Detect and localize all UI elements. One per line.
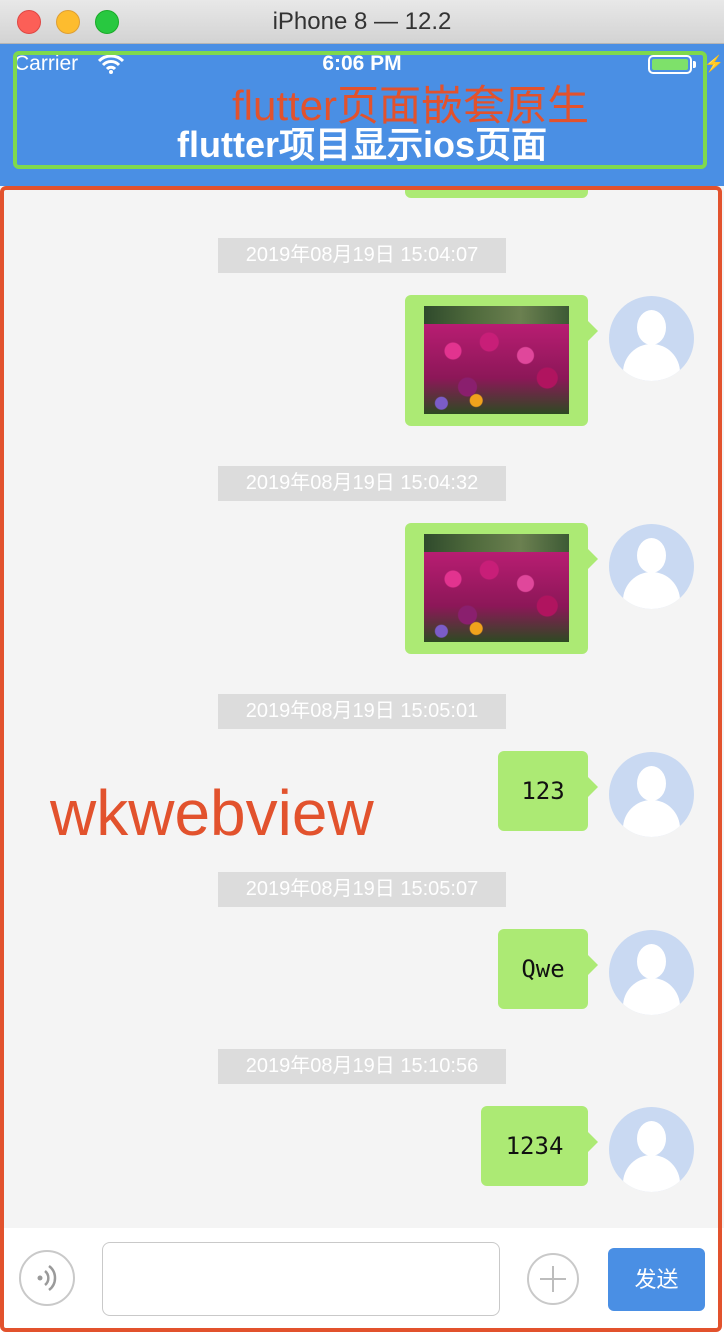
text-message-bubble[interactable]: 1234: [481, 1106, 598, 1186]
voice-icon: [37, 1265, 57, 1291]
voice-button[interactable]: [19, 1250, 75, 1306]
chat-webview[interactable]: 2019年08月19日 15:04:07 2019年08月19日 15:04:3…: [0, 186, 724, 1228]
avatar[interactable]: [609, 752, 694, 837]
message-text: 1234: [505, 1132, 564, 1160]
avatar[interactable]: [609, 296, 694, 381]
flower-photo-icon: [424, 306, 569, 414]
message-timestamp: 2019年08月19日 15:10:56: [218, 1049, 506, 1084]
message-timestamp: 2019年08月19日 15:04:07: [218, 238, 506, 273]
message-text: 123: [521, 777, 565, 805]
message-text: Qwe: [521, 955, 565, 983]
text-message-bubble[interactable]: Qwe: [498, 929, 598, 1009]
message-timestamp: 2019年08月19日 15:05:07: [218, 872, 506, 907]
simulator-title-bar: iPhone 8 — 12.2: [0, 0, 724, 44]
flutter-annotation-label: flutter页面嵌套原生: [232, 82, 590, 129]
image-message-bubble[interactable]: [405, 523, 598, 654]
message-timestamp: 2019年08月19日 15:04:32: [218, 466, 506, 501]
wkwebview-annotation-label: wkwebview: [50, 777, 374, 849]
avatar[interactable]: [609, 524, 694, 609]
flower-photo-icon: [424, 534, 569, 642]
plus-icon[interactable]: [527, 1253, 579, 1305]
window-title: iPhone 8 — 12.2: [272, 8, 452, 35]
partial-message-bubble: [405, 186, 588, 198]
message-input[interactable]: [102, 1242, 500, 1316]
send-button[interactable]: 发送: [608, 1248, 705, 1311]
message-timestamp: 2019年08月19日 15:05:01: [218, 694, 506, 729]
image-message-bubble[interactable]: [405, 295, 598, 426]
avatar[interactable]: [609, 1107, 694, 1192]
avatar[interactable]: [609, 930, 694, 1015]
text-message-bubble[interactable]: 123: [498, 751, 598, 831]
input-bar: 发送: [0, 1228, 724, 1332]
